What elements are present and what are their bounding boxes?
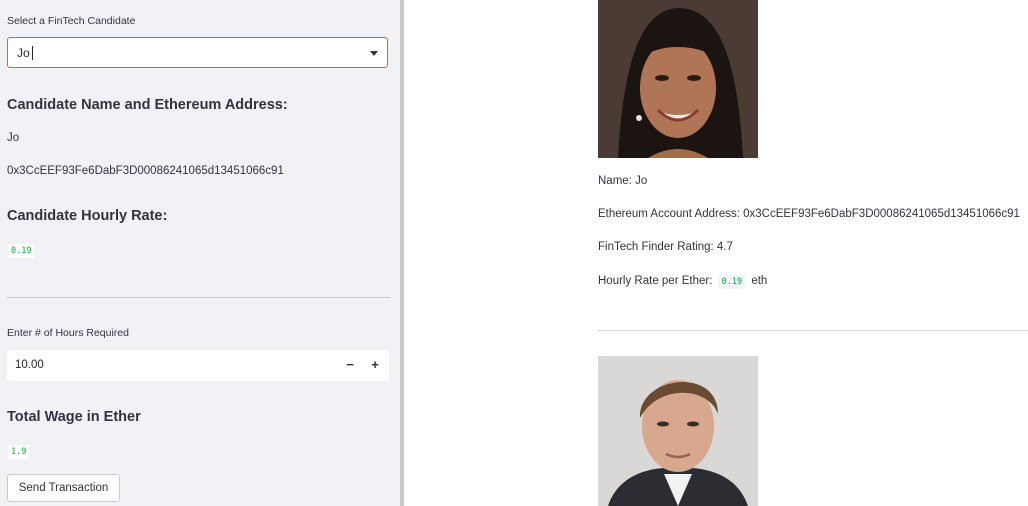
hours-label: Enter # of Hours Required <box>7 327 129 339</box>
candidate-photo-2 <box>598 356 758 506</box>
candidate-select[interactable]: Jo <box>7 37 388 68</box>
candidate-divider <box>598 330 1028 331</box>
send-transaction-button[interactable]: Send Transaction <box>7 474 120 502</box>
total-wage-heading: Total Wage in Ether <box>7 409 141 425</box>
candidate-photo-jo <box>598 0 758 158</box>
candidate-select-value: Jo <box>17 46 30 60</box>
candidate-rate-line: Hourly Rate per Ether: 0.19 eth <box>598 275 768 289</box>
candidate-address-line: Ethereum Account Address: 0x3CcEEF93Fe6D… <box>598 208 1020 220</box>
select-candidate-label: Select a FinTech Candidate <box>7 15 136 27</box>
text-cursor <box>32 46 33 60</box>
increment-button[interactable]: + <box>367 356 383 374</box>
hourly-rate-value: 0.19 <box>8 244 35 258</box>
sidebar: Select a FinTech Candidate Jo Candidate … <box>0 0 400 506</box>
total-wage-value: 1.9 <box>8 445 30 459</box>
rate-prefix: Hourly Rate per Ether: <box>598 275 713 287</box>
sidebar-resize-handle[interactable] <box>400 0 404 506</box>
sidebar-divider-line <box>7 297 390 298</box>
hours-number-input[interactable]: 10.00 − + <box>7 350 389 381</box>
name-address-heading: Candidate Name and Ethereum Address: <box>7 97 288 113</box>
hourly-rate-heading: Candidate Hourly Rate: <box>7 208 168 224</box>
rate-suffix: eth <box>751 275 768 287</box>
rate-value: 0.19 <box>718 275 746 289</box>
decrement-button[interactable]: − <box>342 356 358 374</box>
hours-value[interactable]: 10.00 <box>15 359 44 371</box>
candidate-name-line: Name: Jo <box>598 175 648 187</box>
chevron-down-icon[interactable] <box>370 51 378 56</box>
candidate-rating-line: FinTech Finder Rating: 4.7 <box>598 241 733 253</box>
candidate-address: 0x3CcEEF93Fe6DabF3D00086241065d13451066c… <box>7 165 284 177</box>
candidate-name: Jo <box>7 132 20 144</box>
